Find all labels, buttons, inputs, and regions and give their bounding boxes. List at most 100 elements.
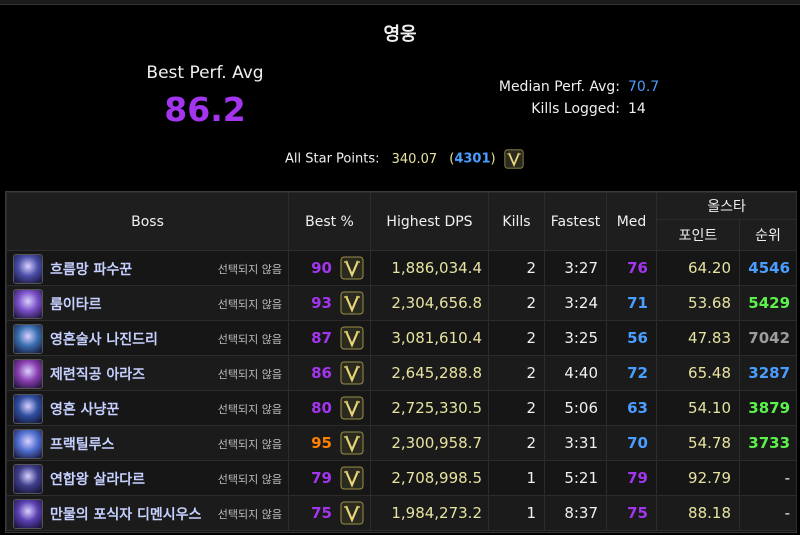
- gold-parse-badge-icon: [340, 291, 364, 315]
- column-header-rank[interactable]: 순위: [738, 219, 798, 251]
- allstar-points-value: 65.48: [656, 355, 740, 391]
- best-percent-cell: 93: [288, 285, 371, 321]
- table-row[interactable]: 프랙틸루스 선택되지 않음 95 2,300,958.7 2 3:31 70 54.78 373…: [6, 425, 798, 461]
- table-row[interactable]: 제련직공 아라즈 선택되지 않음 86 2,645,288.8 2 4:40 72 65.48…: [6, 355, 798, 391]
- allstar-points-value: 92.79: [656, 460, 740, 496]
- boss-name[interactable]: 영혼술사 나진드리: [50, 329, 158, 349]
- boss-name[interactable]: 룸이타르: [50, 294, 102, 314]
- highest-dps-value: 1,886,034.4: [370, 250, 489, 286]
- boss-cell[interactable]: 흐름망 파수꾼 선택되지 않음: [6, 250, 289, 286]
- boss-cell[interactable]: 영혼 사냥꾼 선택되지 않음: [6, 390, 289, 426]
- best-perf-value: 86.2: [164, 90, 246, 129]
- column-header-best[interactable]: Best %: [288, 192, 371, 251]
- gold-parse-badge-icon: [340, 396, 364, 420]
- table-row[interactable]: 흐름망 파수꾼 선택되지 않음 90 1,886,034.4 2 3:27 76 64.20 4…: [6, 250, 798, 286]
- allstar-rank-value: -: [738, 495, 798, 531]
- star-badge-icon: [504, 149, 524, 169]
- column-header-dps[interactable]: Highest DPS: [370, 192, 489, 251]
- median-value: 79: [606, 460, 657, 496]
- boss-portrait-icon: [13, 359, 43, 389]
- gold-parse-badge-icon: [340, 501, 364, 525]
- all-star-rank[interactable]: 4301: [454, 152, 490, 167]
- boss-cell[interactable]: 룸이타르 선택되지 않음: [6, 285, 289, 321]
- allstar-rank-value: 3733: [738, 425, 798, 461]
- best-percent-cell: 90: [288, 250, 371, 286]
- highest-dps-value: 2,725,330.5: [370, 390, 489, 426]
- fastest-value: 4:40: [544, 355, 607, 391]
- column-header-med[interactable]: Med: [606, 192, 657, 251]
- boss-portrait-icon: [13, 394, 43, 424]
- boss-rankings-table: Boss Best % Highest DPS Kills Fastest Me…: [5, 191, 798, 533]
- median-value: 63: [606, 390, 657, 426]
- spec-select-option[interactable]: 선택되지 않음: [218, 506, 282, 522]
- allstar-rank-value: -: [738, 460, 798, 496]
- allstar-points-value: 54.78: [656, 425, 740, 461]
- boss-name[interactable]: 영혼 사냥꾼: [50, 399, 119, 419]
- spec-select-option[interactable]: 선택되지 않음: [218, 331, 282, 347]
- kills-value: 2: [488, 425, 545, 461]
- spec-select-option[interactable]: 선택되지 않음: [218, 401, 282, 417]
- boss-cell[interactable]: 제련직공 아라즈 선택되지 않음: [6, 355, 289, 391]
- fastest-value: 3:25: [544, 320, 607, 356]
- boss-cell[interactable]: 영혼술사 나진드리 선택되지 않음: [6, 320, 289, 356]
- best-percent-value: 90: [311, 259, 332, 277]
- median-value: 75: [606, 495, 657, 531]
- boss-name[interactable]: 흐름망 파수꾼: [50, 259, 132, 279]
- table-row[interactable]: 룸이타르 선택되지 않음 93 2,304,656.8 2 3:24 71 53.68 5429: [6, 285, 798, 321]
- median-value: 56: [606, 320, 657, 356]
- gold-parse-badge-icon: [340, 466, 364, 490]
- boss-name[interactable]: 만물의 포식자 디멘시우스: [50, 504, 201, 524]
- boss-name[interactable]: 연합왕 살라다르: [50, 469, 145, 489]
- gold-parse-badge-icon: [340, 361, 364, 385]
- all-star-points-value: 340.07: [391, 151, 438, 167]
- median-value: 72: [606, 355, 657, 391]
- all-star-label: All Star Points:: [285, 151, 380, 167]
- best-perf-label: Best Perf. Avg: [146, 63, 264, 83]
- boss-cell[interactable]: 연합왕 살라다르 선택되지 않음: [6, 460, 289, 496]
- boss-name[interactable]: 제련직공 아라즈: [50, 364, 145, 384]
- fastest-value: 3:31: [544, 425, 607, 461]
- best-percent-value: 87: [311, 329, 332, 347]
- allstar-rank-value: 7042: [738, 320, 798, 356]
- allstar-rank-value: 3287: [738, 355, 798, 391]
- gold-parse-badge-icon: [340, 326, 364, 350]
- best-percent-cell: 75: [288, 495, 371, 531]
- spec-select-option[interactable]: 선택되지 않음: [218, 261, 282, 277]
- summary-header: 영웅 Best Perf. Avg 86.2 Median Perf. Avg:…: [0, 0, 800, 185]
- best-percent-cell: 95: [288, 425, 371, 461]
- spec-select-option[interactable]: 선택되지 않음: [218, 296, 282, 312]
- column-header-kills[interactable]: Kills: [488, 192, 545, 251]
- median-value: 71: [606, 285, 657, 321]
- kills-value: 2: [488, 285, 545, 321]
- highest-dps-value: 2,708,998.5: [370, 460, 489, 496]
- boss-cell[interactable]: 프랙틸루스 선택되지 않음: [6, 425, 289, 461]
- fastest-value: 8:37: [544, 495, 607, 531]
- best-percent-value: 95: [311, 434, 332, 452]
- boss-portrait-icon: [13, 464, 43, 494]
- boss-portrait-icon: [13, 254, 43, 284]
- allstar-rank-value: 4546: [738, 250, 798, 286]
- kills-value: 1: [488, 460, 545, 496]
- spec-select-option[interactable]: 선택되지 않음: [218, 366, 282, 382]
- allstar-points-value: 88.18: [656, 495, 740, 531]
- all-star-points: All Star Points: 340.07 (4301): [285, 149, 524, 169]
- table-row[interactable]: 만물의 포식자 디멘시우스 선택되지 않음 75 1,984,273.2 1 8:37 75…: [6, 495, 798, 531]
- column-header-allstar: 올스타: [655, 192, 798, 220]
- best-percent-value: 75: [311, 504, 332, 522]
- median-perf-label: Median Perf. Avg:: [498, 79, 620, 95]
- table-row[interactable]: 영혼술사 나진드리 선택되지 않음 87 3,081,610.4 2 3:25 56 47.8…: [6, 320, 798, 356]
- column-header-boss[interactable]: Boss: [6, 192, 289, 251]
- column-header-fastest[interactable]: Fastest: [544, 192, 607, 251]
- spec-select-option[interactable]: 선택되지 않음: [218, 471, 282, 487]
- table-row[interactable]: 연합왕 살라다르 선택되지 않음 79 2,708,998.5 1 5:21 79 92.79…: [6, 460, 798, 496]
- boss-name[interactable]: 프랙틸루스: [50, 434, 114, 454]
- column-header-points[interactable]: 포인트: [656, 219, 740, 251]
- boss-cell[interactable]: 만물의 포식자 디멘시우스 선택되지 않음: [6, 495, 289, 531]
- median-perf-value: 70.7: [628, 79, 660, 95]
- kills-value: 2: [488, 250, 545, 286]
- table-row[interactable]: 영혼 사냥꾼 선택되지 않음 80 2,725,330.5 2 5:06 63 54.10 38…: [6, 390, 798, 426]
- spec-select-option[interactable]: 선택되지 않음: [218, 436, 282, 452]
- kills-value: 2: [488, 320, 545, 356]
- highest-dps-value: 3,081,610.4: [370, 320, 489, 356]
- allstar-rank-value: 3879: [738, 390, 798, 426]
